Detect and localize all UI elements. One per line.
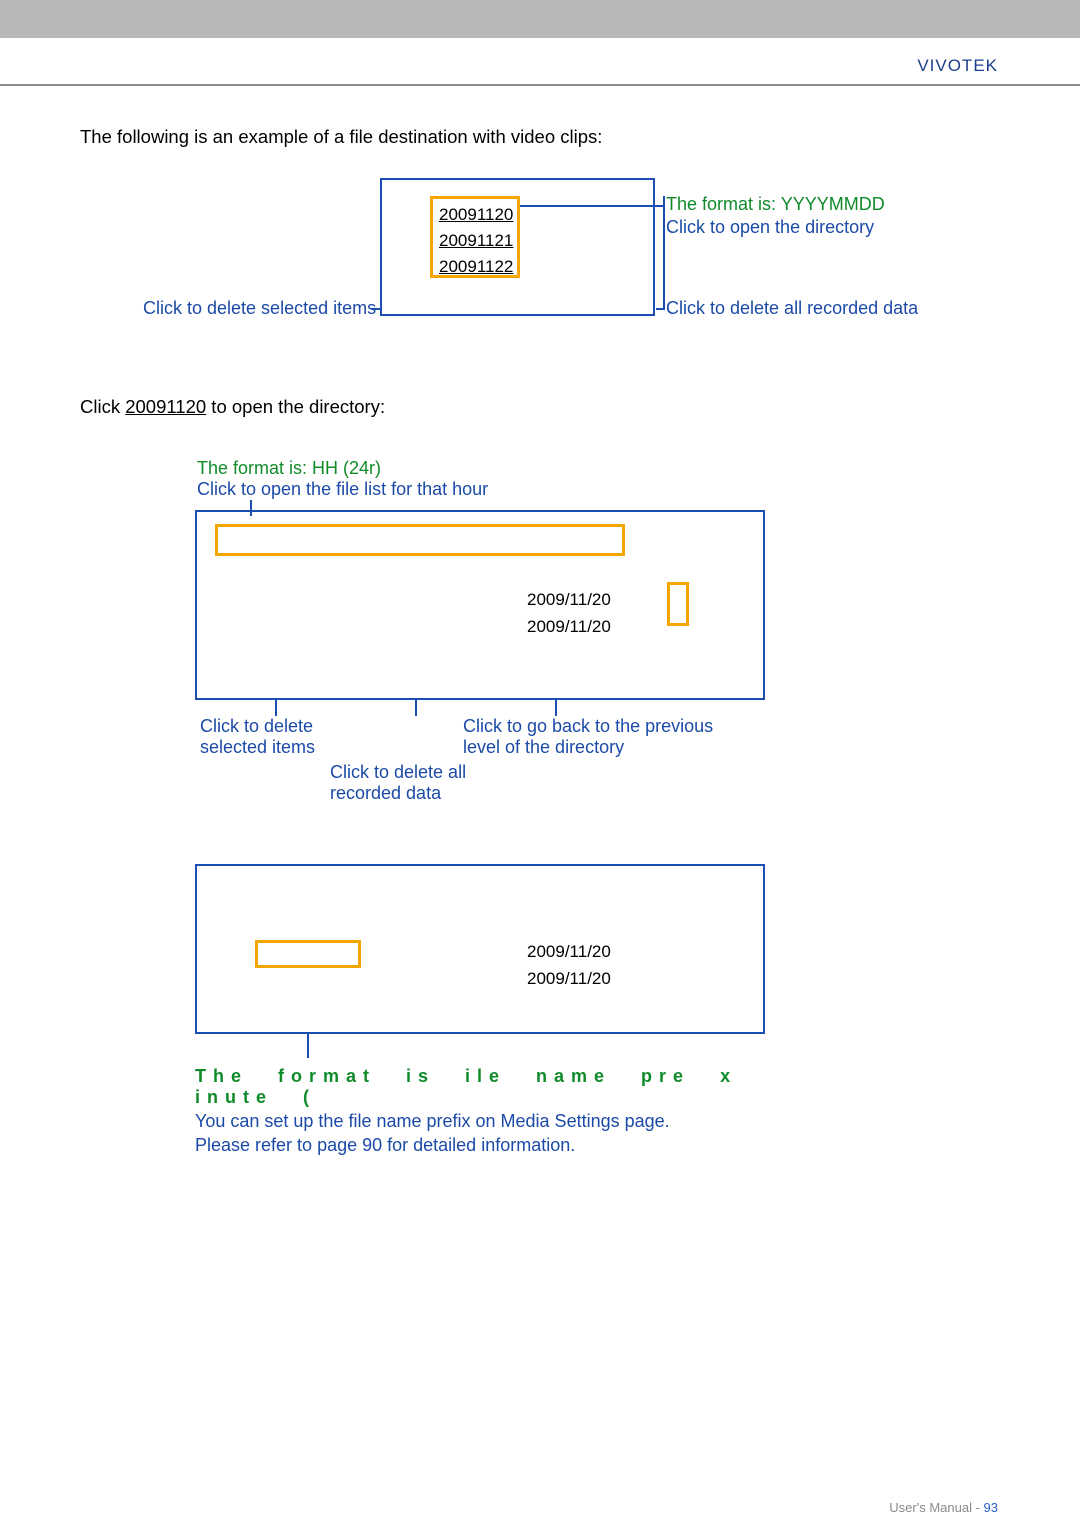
brand-label: VIVOTEK (917, 56, 998, 76)
date-item: 2009/11/20 (527, 586, 611, 613)
date-list: 2009/11/20 2009/11/20 (527, 586, 611, 640)
text: to open the directory: (206, 396, 385, 417)
text: Click (80, 396, 125, 417)
manual-page: VIVOTEK The following is an example of a… (0, 38, 1080, 1527)
annotation-format: The format is: YYYYMMDD (666, 194, 885, 215)
page-content: The following is an example of a file de… (0, 86, 1080, 1156)
annotation-open-hour: Click to open the file list for that hou… (197, 479, 1000, 500)
annotation-delete-all: Click to delete all recorded data (666, 298, 918, 319)
hour-highlight-bar (215, 524, 625, 556)
annotation-delete-all: Click to delete all recorded data (330, 762, 530, 804)
annotation-go-back: Click to go back to the previous level o… (463, 716, 743, 758)
date-item: 2009/11/20 (527, 613, 611, 640)
hour-panel: 2009/11/20 2009/11/20 (195, 510, 765, 700)
section3-format-annotation: The format is ile name pre x inute ( You… (195, 1066, 765, 1156)
date-list: 2009/11/20 2009/11/20 (527, 938, 611, 992)
scroll-highlight (667, 582, 689, 626)
diagram-folders: 20091120 20091121 20091122 The format is… (80, 166, 1000, 386)
date-item: 2009/11/20 (527, 965, 611, 992)
page-number: 93 (984, 1500, 998, 1515)
section2-annotation: The format is: HH (24r) Click to open th… (197, 458, 1000, 500)
diagram-files: 2009/11/20 2009/11/20 The format is ile … (195, 864, 765, 1156)
annotation-page-ref: Please refer to page 90 for detailed inf… (195, 1135, 765, 1156)
section2-under-annotations: Click to delete selected items Click to … (195, 700, 765, 830)
annotation-open: Click to open the directory (666, 217, 874, 238)
click-open-text: Click 20091120 to open the directory: (80, 396, 1000, 418)
annotation-delete-selected: Click to delete selected items (143, 298, 376, 319)
annotation-prefix-info: You can set up the file name prefix on M… (195, 1111, 765, 1132)
file-panel: 2009/11/20 2009/11/20 (195, 864, 765, 1034)
annotation-delete-selected: Click to delete selected items (200, 716, 370, 758)
intro-text: The following is an example of a file de… (80, 126, 1000, 148)
folder-link-3[interactable]: 20091122 (439, 257, 511, 277)
annotation-format-filename: The format is ile name pre x inute ( (195, 1066, 765, 1108)
folder-link-2[interactable]: 20091121 (439, 231, 511, 251)
connector-line (656, 308, 665, 310)
connector-line (663, 196, 665, 310)
page-header: VIVOTEK (0, 38, 1080, 86)
connector-tick (307, 1034, 309, 1058)
annotation-format-hh: The format is: HH (24r) (197, 458, 1000, 479)
page-footer: User's Manual - 93 (889, 1500, 998, 1515)
date-item: 2009/11/20 (527, 938, 611, 965)
date-link[interactable]: 20091120 (125, 396, 206, 417)
folder-highlight: 20091120 20091121 20091122 (430, 196, 520, 278)
diagram-hours: 2009/11/20 2009/11/20 Click to delete se… (195, 510, 765, 830)
filename-highlight (255, 940, 361, 968)
folder-link-1[interactable]: 20091120 (439, 205, 511, 225)
footer-label: User's Manual - (889, 1500, 983, 1515)
connector-line (520, 205, 665, 207)
